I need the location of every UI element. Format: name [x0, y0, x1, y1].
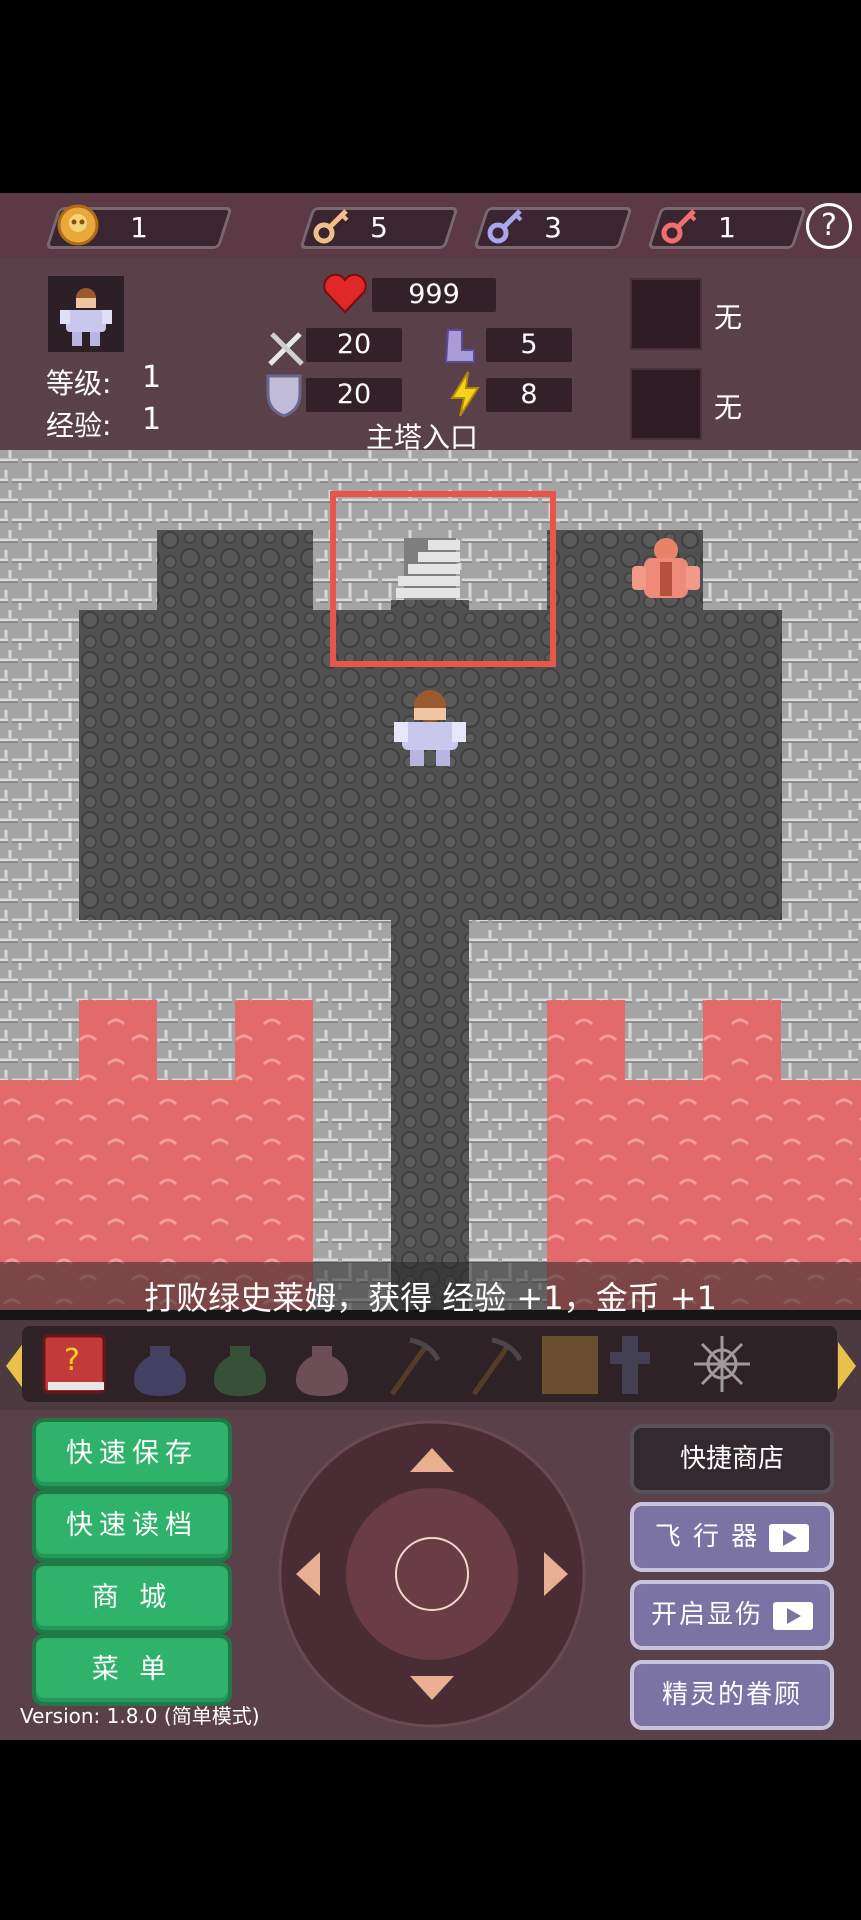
shop-button[interactable]: 商 城: [32, 1562, 232, 1634]
level-value: 1: [142, 360, 162, 395]
sword-icon: [268, 332, 304, 366]
blue-potion-jar-icon[interactable]: [134, 1346, 186, 1396]
agility-box: 5: [486, 328, 572, 362]
control-panel: 快速保存 快速读档 商 城 菜 单 快捷商店 飞 行 器 开启显伤 精灵的眷顾: [0, 1410, 861, 1740]
magic-box: 8: [486, 378, 572, 412]
exp-label: 经验:: [46, 409, 112, 442]
compass-star-icon[interactable]: [694, 1336, 750, 1392]
stairs-up-icon[interactable]: [396, 538, 460, 600]
scroll-right-arrow-icon[interactable]: [838, 1342, 856, 1390]
d-pad[interactable]: [276, 1418, 588, 1730]
show-damage-button[interactable]: 开启显伤: [630, 1580, 834, 1650]
board-map[interactable]: [0, 450, 861, 1310]
video-ad-icon: [769, 1523, 810, 1552]
exp-value: 1: [142, 402, 162, 437]
game-board[interactable]: [0, 450, 861, 1310]
item-bar: ?: [0, 1320, 861, 1410]
flyer-label: 飞 行 器: [654, 1522, 760, 1552]
heart-icon: [323, 273, 367, 314]
resource-bar: 1 5 3 1 ?: [0, 193, 861, 261]
pickaxe-icon[interactable]: [389, 1337, 441, 1396]
fairy-favor-button[interactable]: 精灵的眷顾: [630, 1660, 834, 1730]
svg-text:?: ?: [64, 1343, 80, 1378]
agility-value: 5: [520, 329, 538, 360]
gold-scroll-icon[interactable]: [542, 1336, 598, 1394]
shadow-cross-icon[interactable]: [610, 1336, 650, 1394]
hero-portrait: [48, 276, 124, 352]
item-track: ?: [22, 1326, 837, 1402]
quick-load-button[interactable]: 快速读档: [32, 1490, 232, 1562]
flyer-button[interactable]: 飞 行 器: [630, 1502, 834, 1572]
attack-value: 20: [336, 329, 372, 360]
coin-skull-icon: [57, 204, 99, 246]
menu-button[interactable]: 菜 单: [32, 1634, 232, 1706]
hp-box: 999: [372, 278, 496, 312]
blue-key-icon: [487, 209, 523, 244]
red-npc-sprite[interactable]: [632, 538, 700, 604]
weapon-slot[interactable]: [630, 278, 702, 350]
pickaxe-alt-icon[interactable]: [471, 1337, 523, 1396]
level-label: 等级:: [46, 367, 112, 400]
show-damage-label: 开启显伤: [650, 1600, 763, 1630]
yellow-key-icon: [313, 209, 349, 244]
hero-status-panel: 等级: 1 经验: 1 999 20 5 20 8 主塔入口 无 无: [0, 258, 861, 454]
boots-icon: [444, 329, 475, 363]
shield-icon: [266, 374, 302, 418]
green-potion-jar-icon[interactable]: [214, 1346, 266, 1396]
help-button[interactable]: ?: [806, 203, 852, 249]
quick-shop-button[interactable]: 快捷商店: [630, 1424, 834, 1494]
monster-manual-icon[interactable]: ?: [42, 1334, 106, 1394]
attack-box: 20: [306, 328, 402, 362]
defense-box: 20: [306, 378, 402, 412]
version-text: Version: 1.8.0 (简单模式): [20, 1704, 260, 1728]
armor-slot[interactable]: [630, 368, 702, 440]
armor-slot-label: 无: [714, 391, 743, 424]
hp-value: 999: [408, 279, 460, 310]
pink-potion-jar-icon[interactable]: [296, 1346, 348, 1396]
red-key-icon: [661, 209, 697, 244]
video-ad-icon: [773, 1601, 813, 1630]
weapon-slot-label: 无: [714, 301, 743, 334]
defense-value: 20: [336, 379, 372, 410]
lightning-icon: [450, 371, 480, 417]
magic-value: 8: [520, 379, 538, 410]
quick-save-button[interactable]: 快速保存: [32, 1418, 232, 1490]
inventory-items: ?: [42, 1334, 750, 1396]
